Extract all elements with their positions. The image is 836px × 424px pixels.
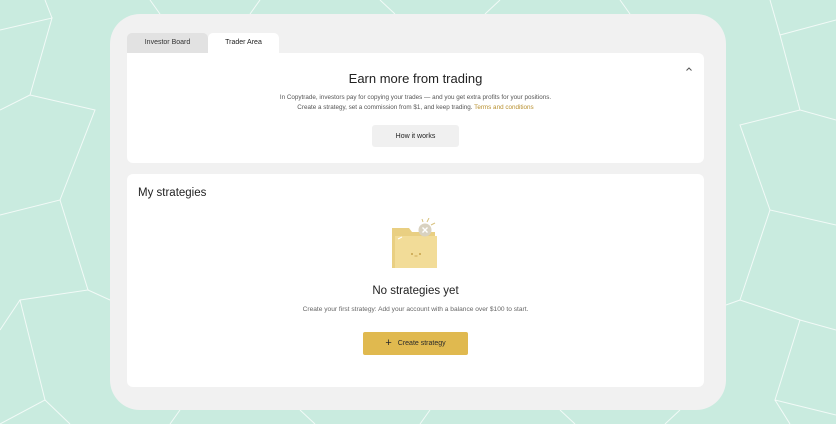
tab-investor-board[interactable]: Investor Board [127, 33, 208, 53]
strategies-title: My strategies [138, 187, 207, 199]
promo-commission-text: Create a strategy, set a commission from… [297, 104, 473, 111]
empty-folder-icon [392, 218, 437, 268]
strategies-card: My strategies No strategies yet Create y… [127, 174, 704, 387]
plus-icon: + [385, 337, 392, 349]
tab-bar: Investor Board Trader Area [127, 33, 279, 53]
how-it-works-button[interactable]: How it works [372, 125, 459, 147]
chevron-up-icon[interactable] [684, 61, 694, 71]
terms-link[interactable]: Terms and conditions [474, 104, 534, 111]
create-strategy-label: Create strategy [397, 340, 446, 347]
promo-description-line2: Create a strategy, set a commission from… [127, 104, 704, 111]
create-strategy-button[interactable]: + Create strategy [363, 332, 468, 355]
promo-card: Earn more from trading In Copytrade, inv… [127, 53, 704, 163]
promo-description: In Copytrade, investors pay for copying … [279, 94, 552, 101]
tab-trader-area[interactable]: Trader Area [208, 33, 279, 53]
promo-title: Earn more from trading [348, 71, 483, 86]
empty-state-title: No strategies yet [372, 285, 459, 297]
empty-state-subtitle: Create your first strategy: Add your acc… [302, 306, 529, 313]
